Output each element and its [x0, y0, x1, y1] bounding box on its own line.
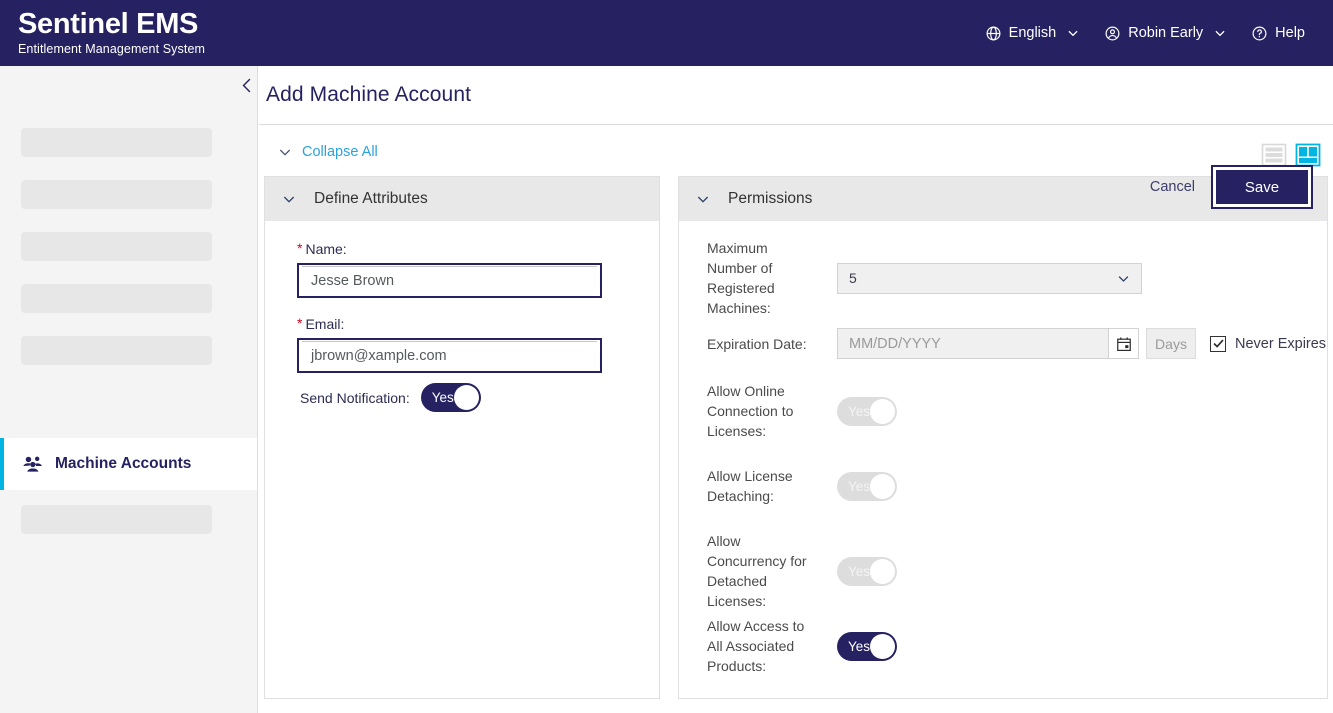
- allow-license-detaching-label: Allow License Detaching:: [707, 468, 793, 504]
- language-label: English: [1008, 25, 1057, 41]
- sidebar-collapse-toggle[interactable]: [236, 72, 258, 98]
- toggle-knob: [870, 473, 895, 499]
- language-selector[interactable]: English: [973, 19, 1093, 48]
- calendar-icon[interactable]: [1109, 328, 1139, 359]
- chevron-down-icon: [281, 191, 297, 207]
- help-label: Help: [1275, 25, 1305, 41]
- required-asterisk: *: [297, 240, 303, 256]
- panel-title: Permissions: [728, 190, 813, 207]
- panel-title: Define Attributes: [314, 190, 428, 207]
- toggle-value: Yes: [848, 478, 871, 494]
- name-field-group: * Name: Jesse Brown: [297, 241, 602, 298]
- days-button[interactable]: Days: [1146, 328, 1196, 359]
- main-content: Add Machine Account Collapse All Define …: [259, 66, 1333, 713]
- toggle-knob: [870, 398, 895, 424]
- checkbox-box: [1210, 335, 1226, 352]
- chevron-down-icon: [695, 191, 711, 207]
- header-actions: English Robin Early Help: [973, 19, 1317, 48]
- sidebar: Machine Accounts: [0, 66, 258, 713]
- chevron-down-icon: [1066, 26, 1080, 40]
- define-attributes-header[interactable]: Define Attributes: [265, 177, 659, 221]
- name-input[interactable]: Jesse Brown: [297, 263, 602, 298]
- toggle-knob: [453, 385, 479, 410]
- required-asterisk: *: [297, 315, 303, 331]
- allow-concurrency-toggle[interactable]: Yes: [837, 556, 897, 586]
- send-notification-label: Send Notification:: [300, 389, 410, 406]
- sidebar-placeholder-item[interactable]: [21, 505, 212, 534]
- sidebar-placeholder-item[interactable]: [21, 336, 212, 365]
- toggle-value: Yes: [848, 638, 871, 654]
- save-button-focus-ring: Save: [1211, 165, 1313, 209]
- expiration-date-input[interactable]: MM/DD/YYYY: [837, 328, 1109, 359]
- help-button[interactable]: Help: [1239, 19, 1317, 48]
- expiration-date-label: Expiration Date:: [707, 335, 807, 352]
- toggle-value: Yes: [431, 390, 454, 405]
- name-label: * Name:: [297, 240, 347, 257]
- never-expires-checkbox[interactable]: Never Expires: [1210, 335, 1327, 352]
- cancel-button[interactable]: Cancel: [1150, 179, 1195, 195]
- permissions-panel: Permissions Maximum Number of Registered…: [678, 165, 1328, 699]
- allow-license-detaching-row: Allow License Detaching: Yes: [707, 466, 897, 506]
- collapse-all-label: Collapse All: [302, 144, 378, 160]
- allow-online-connection-toggle[interactable]: Yes: [837, 396, 897, 426]
- send-notification-group: Send Notification: Yes: [300, 383, 481, 412]
- allow-concurrency-row: Allow Concurrency for Detached Licenses:…: [707, 531, 897, 611]
- expiration-date-row: Expiration Date: MM/DD/YYYY Days Never E…: [707, 328, 1326, 359]
- brand-subtitle: Entitlement Management System: [18, 42, 206, 57]
- allow-concurrency-label: Allow Concurrency for Detached Licenses:: [707, 533, 807, 609]
- user-menu[interactable]: Robin Early: [1092, 19, 1239, 48]
- max-machines-select[interactable]: 5: [837, 262, 1142, 294]
- allow-online-connection-row: Allow Online Connection to Licenses: Yes: [707, 381, 897, 441]
- app-header: Sentinel EMS Entitlement Management Syst…: [0, 0, 1333, 66]
- save-button[interactable]: Save: [1216, 170, 1308, 204]
- toggle-knob: [870, 558, 895, 584]
- brand-title: Sentinel EMS: [18, 8, 199, 41]
- toggle-value: Yes: [848, 403, 871, 419]
- allow-access-products-label: Allow Access to All Associated Products:: [707, 618, 805, 674]
- email-field-group: * Email: jbrown@xample.com: [297, 316, 602, 373]
- allow-online-connection-label: Allow Online Connection to Licenses:: [707, 383, 794, 439]
- sidebar-placeholder-item[interactable]: [21, 128, 212, 157]
- allow-access-products-toggle[interactable]: Yes: [837, 631, 897, 661]
- page-title: Add Machine Account: [266, 83, 472, 106]
- user-name-label: Robin Early: [1128, 25, 1204, 41]
- max-machines-label: Maximum Number of Registered Machines:: [707, 240, 775, 316]
- email-input-value: jbrown@xample.com: [311, 347, 447, 364]
- globe-icon: [985, 25, 1002, 42]
- never-expires-label: Never Expires: [1235, 335, 1327, 352]
- email-input[interactable]: jbrown@xample.com: [297, 338, 602, 373]
- help-question-icon: [1251, 25, 1268, 42]
- collapse-all-button[interactable]: Collapse All: [277, 144, 378, 160]
- sidebar-item-label: Machine Accounts: [55, 455, 192, 472]
- name-input-value: Jesse Brown: [311, 272, 395, 289]
- sidebar-placeholder-item[interactable]: [21, 232, 212, 261]
- sidebar-item-machine-accounts[interactable]: Machine Accounts: [0, 438, 257, 490]
- expiration-date-placeholder: MM/DD/YYYY: [849, 335, 941, 352]
- send-notification-toggle[interactable]: Yes: [420, 383, 481, 412]
- machine-accounts-users-icon: [22, 454, 44, 474]
- chevron-down-icon: [1213, 26, 1227, 40]
- chevron-down-icon: [277, 144, 293, 160]
- page-title-bar: Add Machine Account: [259, 66, 1333, 125]
- app-logo: Sentinel EMS Entitlement Management Syst…: [18, 10, 205, 56]
- form-actions: Cancel Save: [1150, 165, 1313, 209]
- max-machines-value: 5: [849, 270, 857, 286]
- max-machines-row: Maximum Number of Registered Machines: 5: [707, 238, 1142, 318]
- toggle-knob: [870, 633, 895, 659]
- sidebar-placeholder-item[interactable]: [21, 284, 212, 313]
- sidebar-placeholder-item[interactable]: [21, 180, 212, 209]
- toggle-value: Yes: [848, 563, 871, 579]
- email-label: * Email:: [297, 315, 345, 332]
- allow-access-products-row: Allow Access to All Associated Products:…: [707, 616, 897, 676]
- allow-license-detaching-toggle[interactable]: Yes: [837, 471, 897, 501]
- user-account-icon: [1104, 25, 1121, 42]
- chevron-down-icon: [1116, 271, 1131, 286]
- define-attributes-panel: Define Attributes * Name: Jesse Brown * …: [264, 176, 660, 699]
